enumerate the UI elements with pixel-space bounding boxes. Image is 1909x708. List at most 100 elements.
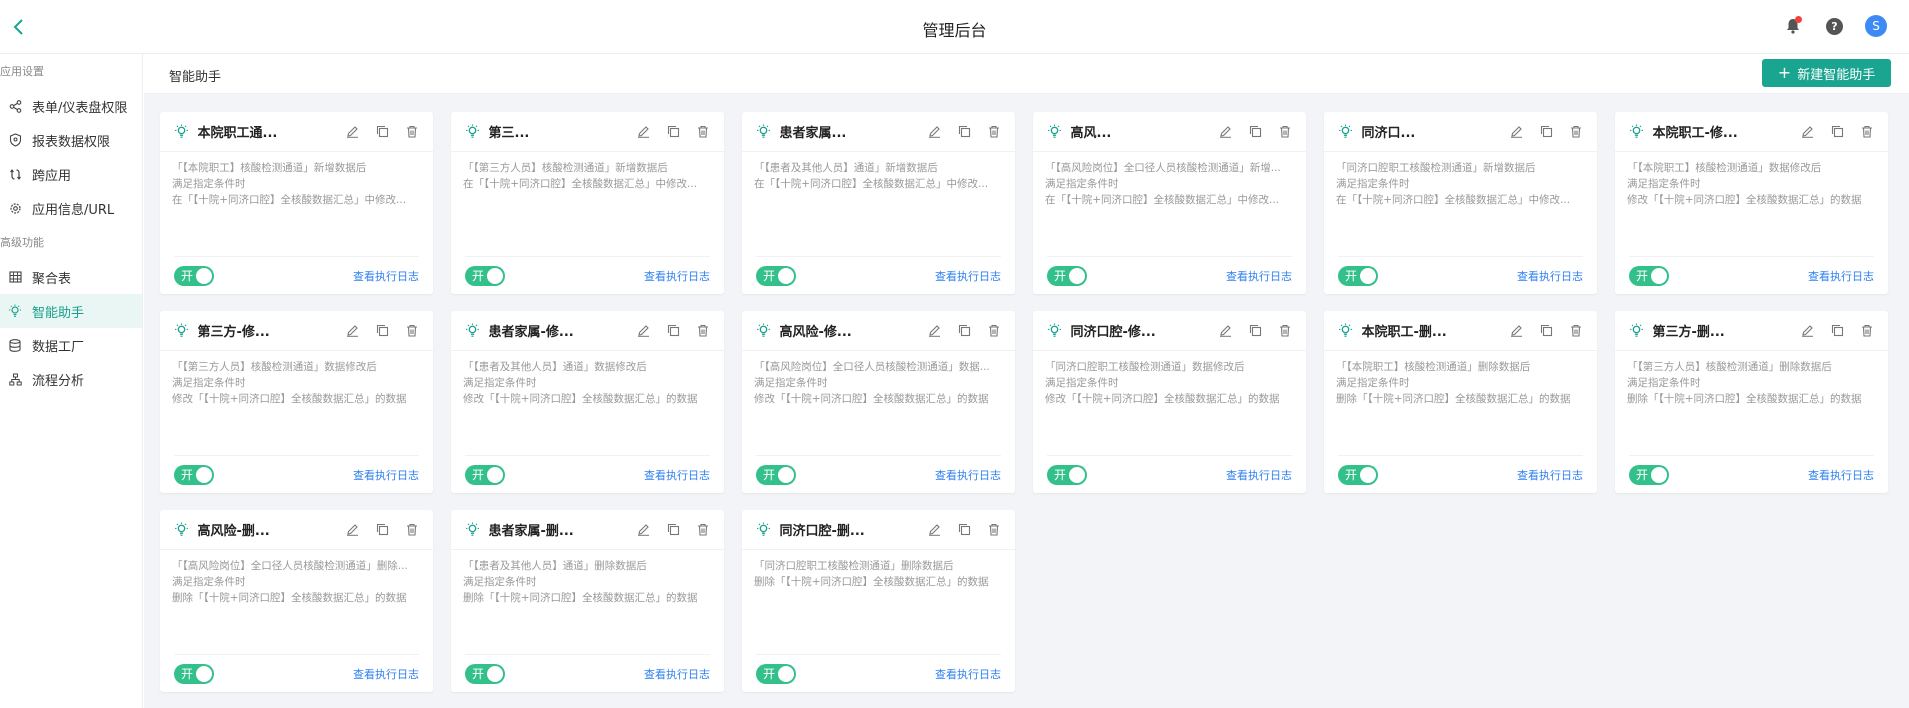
copy-button[interactable] bbox=[955, 521, 973, 539]
delete-button[interactable] bbox=[694, 123, 712, 141]
delete-button[interactable] bbox=[1276, 322, 1294, 340]
sidebar-item-aggregate-table[interactable]: 聚合表 bbox=[0, 260, 142, 294]
view-log-link[interactable]: 查看执行日志 bbox=[1226, 268, 1292, 284]
new-assistant-label: 新建智能助手 bbox=[1797, 67, 1876, 83]
assistant-card: 本院职工-删... 「【本院职工】核酸检测通道」删除数据后 满足指定条件时 删除「【… bbox=[1324, 311, 1597, 493]
copy-button[interactable] bbox=[1828, 322, 1846, 340]
edit-button[interactable] bbox=[1507, 123, 1525, 141]
sidebar-item-cross-app[interactable]: 跨应用 bbox=[0, 157, 142, 191]
enable-toggle[interactable]: 开 bbox=[174, 464, 214, 485]
edit-button[interactable] bbox=[925, 322, 943, 340]
toggle-knob bbox=[1360, 466, 1376, 483]
copy-button[interactable] bbox=[664, 123, 682, 141]
delete-button[interactable] bbox=[403, 521, 421, 539]
edit-button[interactable] bbox=[634, 322, 652, 340]
enable-toggle[interactable]: 开 bbox=[1338, 464, 1378, 485]
view-log-link[interactable]: 查看执行日志 bbox=[935, 268, 1001, 284]
card-description: 「同济口腔职工核酸检测通道」数据修改后 满足指定条件时 修改「【十院+同济口腔】全核… bbox=[1033, 351, 1306, 407]
edit-button[interactable] bbox=[634, 521, 652, 539]
toggle-label: 开 bbox=[472, 268, 485, 283]
card-description-line: 满足指定条件时 bbox=[1045, 178, 1119, 190]
copy-button[interactable] bbox=[955, 322, 973, 340]
view-log-link[interactable]: 查看执行日志 bbox=[1808, 268, 1874, 284]
sidebar-item-data-factory[interactable]: 数据工厂 bbox=[0, 328, 142, 362]
toggle-knob bbox=[778, 665, 794, 682]
edit-button[interactable] bbox=[1798, 322, 1816, 340]
card-actions bbox=[925, 322, 1003, 340]
copy-button[interactable] bbox=[1828, 123, 1846, 141]
enable-toggle[interactable]: 开 bbox=[1629, 464, 1669, 485]
trash-icon bbox=[698, 324, 708, 337]
edit-button[interactable] bbox=[343, 322, 361, 340]
enable-toggle[interactable]: 开 bbox=[465, 265, 505, 286]
delete-button[interactable] bbox=[1567, 322, 1585, 340]
delete-button[interactable] bbox=[985, 322, 1003, 340]
copy-button[interactable] bbox=[1537, 123, 1555, 141]
enable-toggle[interactable]: 开 bbox=[174, 265, 214, 286]
help-button[interactable]: ? bbox=[1826, 17, 1843, 35]
view-log-link[interactable]: 查看执行日志 bbox=[644, 268, 710, 284]
copy-button[interactable] bbox=[1537, 322, 1555, 340]
sidebar-item-form-permissions[interactable]: 表单/仪表盘权限 bbox=[0, 89, 142, 123]
card-footer: 开 查看执行日志 bbox=[1629, 256, 1874, 294]
view-log-link[interactable]: 查看执行日志 bbox=[353, 467, 419, 483]
copy-button[interactable] bbox=[955, 123, 973, 141]
enable-toggle[interactable]: 开 bbox=[1629, 265, 1669, 286]
edit-button[interactable] bbox=[925, 521, 943, 539]
enable-toggle[interactable]: 开 bbox=[1047, 464, 1087, 485]
view-log-link[interactable]: 查看执行日志 bbox=[1808, 467, 1874, 483]
copy-button[interactable] bbox=[373, 123, 391, 141]
view-log-link[interactable]: 查看执行日志 bbox=[935, 467, 1001, 483]
view-log-link[interactable]: 查看执行日志 bbox=[644, 467, 710, 483]
card-description: 「【患者及其他人员】通道」删除数据后 满足指定条件时 删除「【十院+同济口腔】全核酸… bbox=[451, 550, 724, 606]
sidebar-item-smart-assistant[interactable]: 智能助手 bbox=[0, 294, 142, 328]
delete-button[interactable] bbox=[1567, 123, 1585, 141]
enable-toggle[interactable]: 开 bbox=[465, 663, 505, 684]
enable-toggle[interactable]: 开 bbox=[756, 464, 796, 485]
copy-button[interactable] bbox=[1246, 322, 1264, 340]
enable-toggle[interactable]: 开 bbox=[756, 265, 796, 286]
view-log-link[interactable]: 查看执行日志 bbox=[353, 268, 419, 284]
view-log-link[interactable]: 查看执行日志 bbox=[1226, 467, 1292, 483]
view-log-link[interactable]: 查看执行日志 bbox=[353, 666, 419, 682]
edit-button[interactable] bbox=[1507, 322, 1525, 340]
new-assistant-button[interactable]: + 新建智能助手 bbox=[1762, 59, 1891, 87]
delete-button[interactable] bbox=[1858, 322, 1876, 340]
trash-icon bbox=[1280, 324, 1290, 337]
delete-button[interactable] bbox=[694, 521, 712, 539]
enable-toggle[interactable]: 开 bbox=[174, 663, 214, 684]
delete-button[interactable] bbox=[985, 123, 1003, 141]
copy-icon bbox=[1540, 324, 1552, 337]
copy-button[interactable] bbox=[373, 322, 391, 340]
copy-button[interactable] bbox=[664, 322, 682, 340]
edit-button[interactable] bbox=[343, 123, 361, 141]
copy-button[interactable] bbox=[373, 521, 391, 539]
enable-toggle[interactable]: 开 bbox=[756, 663, 796, 684]
enable-toggle[interactable]: 开 bbox=[1047, 265, 1087, 286]
avatar[interactable]: S bbox=[1865, 15, 1887, 37]
enable-toggle[interactable]: 开 bbox=[1338, 265, 1378, 286]
delete-button[interactable] bbox=[985, 521, 1003, 539]
delete-button[interactable] bbox=[694, 322, 712, 340]
delete-button[interactable] bbox=[1858, 123, 1876, 141]
edit-button[interactable] bbox=[1798, 123, 1816, 141]
copy-button[interactable] bbox=[1246, 123, 1264, 141]
enable-toggle[interactable]: 开 bbox=[465, 464, 505, 485]
edit-button[interactable] bbox=[343, 521, 361, 539]
edit-button[interactable] bbox=[634, 123, 652, 141]
delete-button[interactable] bbox=[403, 123, 421, 141]
edit-button[interactable] bbox=[1216, 322, 1234, 340]
notification-button[interactable] bbox=[1782, 15, 1804, 37]
sidebar-item-report-permissions[interactable]: 报表数据权限 bbox=[0, 123, 142, 157]
view-log-link[interactable]: 查看执行日志 bbox=[1517, 268, 1583, 284]
view-log-link[interactable]: 查看执行日志 bbox=[935, 666, 1001, 682]
edit-button[interactable] bbox=[1216, 123, 1234, 141]
sidebar-item-app-info[interactable]: 应用信息/URL bbox=[0, 191, 142, 225]
edit-button[interactable] bbox=[925, 123, 943, 141]
view-log-link[interactable]: 查看执行日志 bbox=[1517, 467, 1583, 483]
sidebar-item-process-analysis[interactable]: 流程分析 bbox=[0, 362, 142, 396]
view-log-link[interactable]: 查看执行日志 bbox=[644, 666, 710, 682]
copy-button[interactable] bbox=[664, 521, 682, 539]
delete-button[interactable] bbox=[1276, 123, 1294, 141]
delete-button[interactable] bbox=[403, 322, 421, 340]
